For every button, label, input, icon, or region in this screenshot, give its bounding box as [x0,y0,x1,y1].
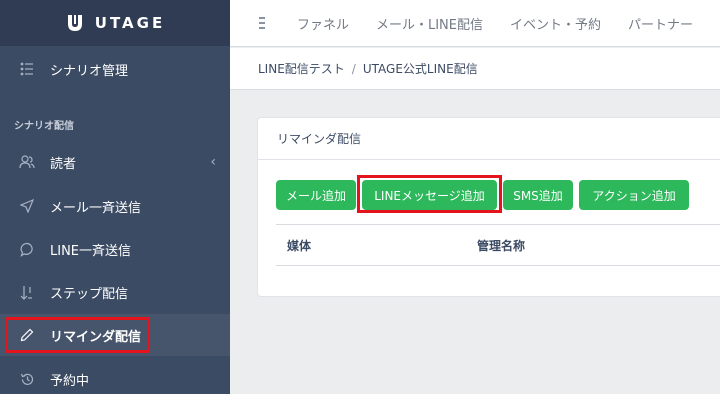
sidebar-item-readers[interactable]: 読者 ‹ [0,141,230,183]
sidebar-item-mail-broadcast[interactable]: メール一斉送信 [0,185,230,227]
column-header-name: 管理名称 [477,239,526,253]
brand[interactable]: UTAGE [0,0,230,46]
sort-icon [18,283,36,301]
sidebar: UTAGE シナリオ管理 シナリオ配信 読者 ‹ メール一斉送信 LINE一斉送… [0,0,230,394]
header-link-event[interactable]: イベント・予約 [510,14,601,33]
send-icon [18,197,36,215]
chat-icon [18,240,36,258]
sidebar-item-step-delivery[interactable]: ステップ配信 [0,271,230,313]
history-icon [18,370,36,388]
top-header: ファネル メール・LINE配信 イベント・予約 パートナー [230,0,720,47]
users-icon [18,153,36,171]
header-link-mail-line[interactable]: メール・LINE配信 [376,14,483,33]
sidebar-item-label: LINE一斉送信 [50,243,132,259]
chevron-left-icon: ‹ [210,154,216,170]
breadcrumb: LINE配信テスト / UTAGE公式LINE配信 [230,48,720,90]
header-link-funnel[interactable]: ファネル [297,14,349,33]
sidebar-item-line-broadcast[interactable]: LINE一斉送信 [0,228,230,270]
sidebar-item-label: メール一斉送信 [50,200,142,216]
sidebar-item-scenario-management[interactable]: シナリオ管理 [0,48,230,90]
hamburger-menu-icon[interactable] [259,17,265,29]
table-header: 媒体 管理名称 [276,224,720,266]
breadcrumb-separator: / [351,61,356,76]
column-header-media: 媒体 [287,239,312,253]
add-mail-button[interactable]: メール追加 [276,180,356,210]
add-action-button[interactable]: アクション追加 [579,180,689,210]
breadcrumb-item-account[interactable]: LINE配信テスト [258,60,345,77]
highlight-box-line-message [357,175,502,213]
brand-name: UTAGE [94,14,166,32]
card-title: リマインダ配信 [258,118,720,160]
sidebar-item-label: シナリオ管理 [50,63,129,79]
header-link-partner[interactable]: パートナー [628,14,693,33]
sidebar-item-label: ステップ配信 [50,286,129,302]
sidebar-item-label: 予約中 [50,373,90,389]
sidebar-item-reserved[interactable]: 予約中 [0,358,230,394]
highlight-box-reminder [5,317,150,353]
reminder-card: リマインダ配信 メール追加 LINEメッセージ追加 SMS追加 アクション追加 … [257,117,720,297]
add-sms-button[interactable]: SMS追加 [503,180,573,210]
utage-logo-icon [67,15,82,31]
sidebar-section-title: シナリオ配信 [14,121,74,132]
breadcrumb-item-current: UTAGE公式LINE配信 [362,62,478,76]
list-icon [18,60,36,78]
sidebar-item-label: 読者 [50,156,77,172]
